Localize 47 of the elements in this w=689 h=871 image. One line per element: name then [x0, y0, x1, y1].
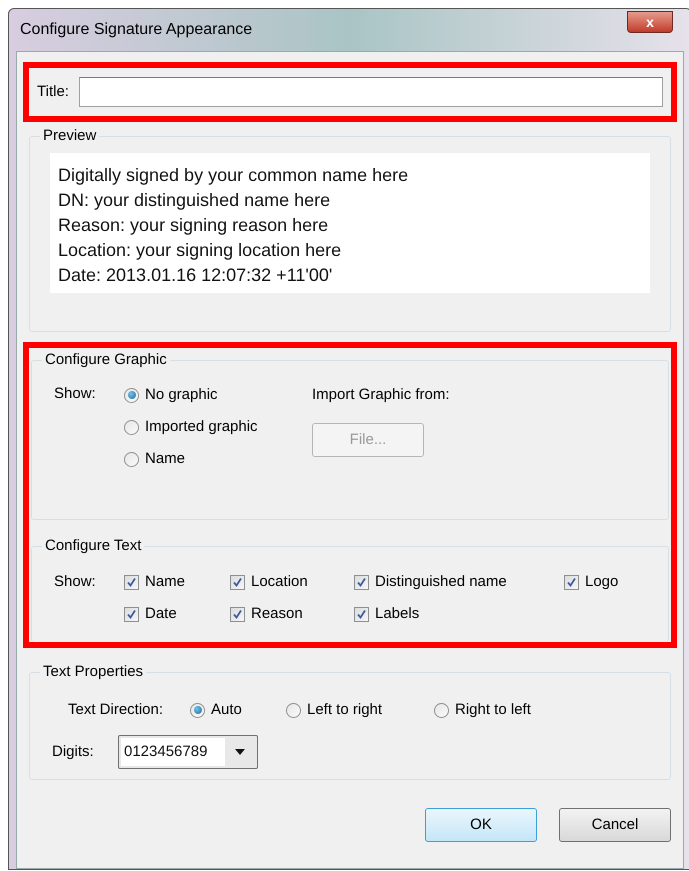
checkbox-label: Distinguished name [375, 572, 507, 592]
dialog-button[interactable]: OK [425, 808, 537, 842]
field-label: Text Direction: [68, 700, 164, 720]
checkbox-label: Date [145, 604, 177, 624]
field-label: Show: [54, 572, 97, 592]
title-field[interactable] [78, 77, 663, 107]
field-label: Title: [37, 82, 69, 102]
radio-label: Name [145, 448, 186, 469]
radio-button[interactable] [434, 702, 449, 718]
radio-label: Auto [211, 700, 242, 720]
field-label: Show: [54, 384, 97, 404]
radio-button[interactable] [124, 388, 139, 402]
field-label: Digits: [52, 742, 95, 762]
checkbox-label: Labels [375, 604, 420, 624]
radio-label: Left to right [307, 700, 382, 720]
checkbox[interactable] [124, 606, 139, 622]
checkbox-label: Name [145, 572, 186, 592]
radio-label: No graphic [145, 384, 218, 405]
preview-line: Digitally signed by your common name here [58, 164, 410, 187]
dialog-button[interactable]: Cancel [559, 808, 671, 842]
checkbox[interactable] [124, 574, 139, 590]
digits-dropdown[interactable]: 0123456789 [118, 735, 258, 769]
radio-button[interactable] [286, 702, 301, 718]
preview-line: Location: your signing location here [58, 239, 342, 262]
checkbox-label: Reason [251, 604, 303, 624]
checkbox[interactable] [564, 574, 579, 590]
checkbox[interactable] [354, 574, 369, 590]
window-title: Configure Signature Appearance [20, 20, 252, 40]
dropdown-arrow-icon [235, 749, 245, 755]
close-button[interactable]: x [627, 11, 673, 33]
checkbox-label: Logo [585, 572, 618, 592]
group-legend: Text Properties [40, 663, 146, 681]
radio-label: Right to left [455, 700, 531, 720]
radio-button[interactable] [124, 420, 139, 434]
preview-line: Date: 2013.01.16 12:07:32 +11'00' [58, 264, 334, 287]
checkbox[interactable] [230, 574, 245, 590]
checkbox-label: Location [251, 572, 308, 592]
radio-button[interactable] [124, 452, 139, 466]
field-label: Import Graphic from: [312, 385, 450, 405]
checkbox[interactable] [230, 606, 245, 622]
preview-line: Reason: your signing reason here [58, 214, 330, 237]
radio-label: Imported graphic [145, 416, 258, 437]
checkbox[interactable] [354, 606, 369, 622]
group-legend: Configure Graphic [42, 351, 170, 369]
group-legend: Configure Text [42, 537, 144, 555]
radio-button[interactable] [190, 702, 205, 718]
preview-line: DN: your distinguished name here [58, 189, 332, 212]
